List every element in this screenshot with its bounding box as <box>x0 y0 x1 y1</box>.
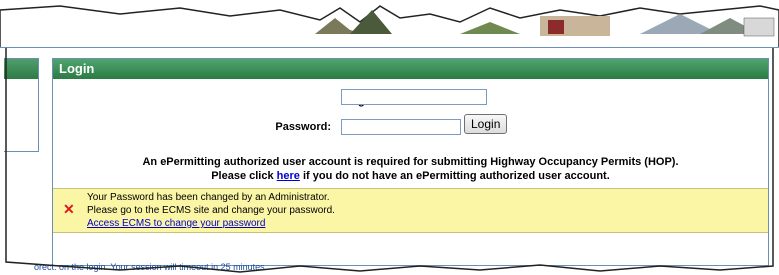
torn-paper-frame <box>0 48 779 275</box>
